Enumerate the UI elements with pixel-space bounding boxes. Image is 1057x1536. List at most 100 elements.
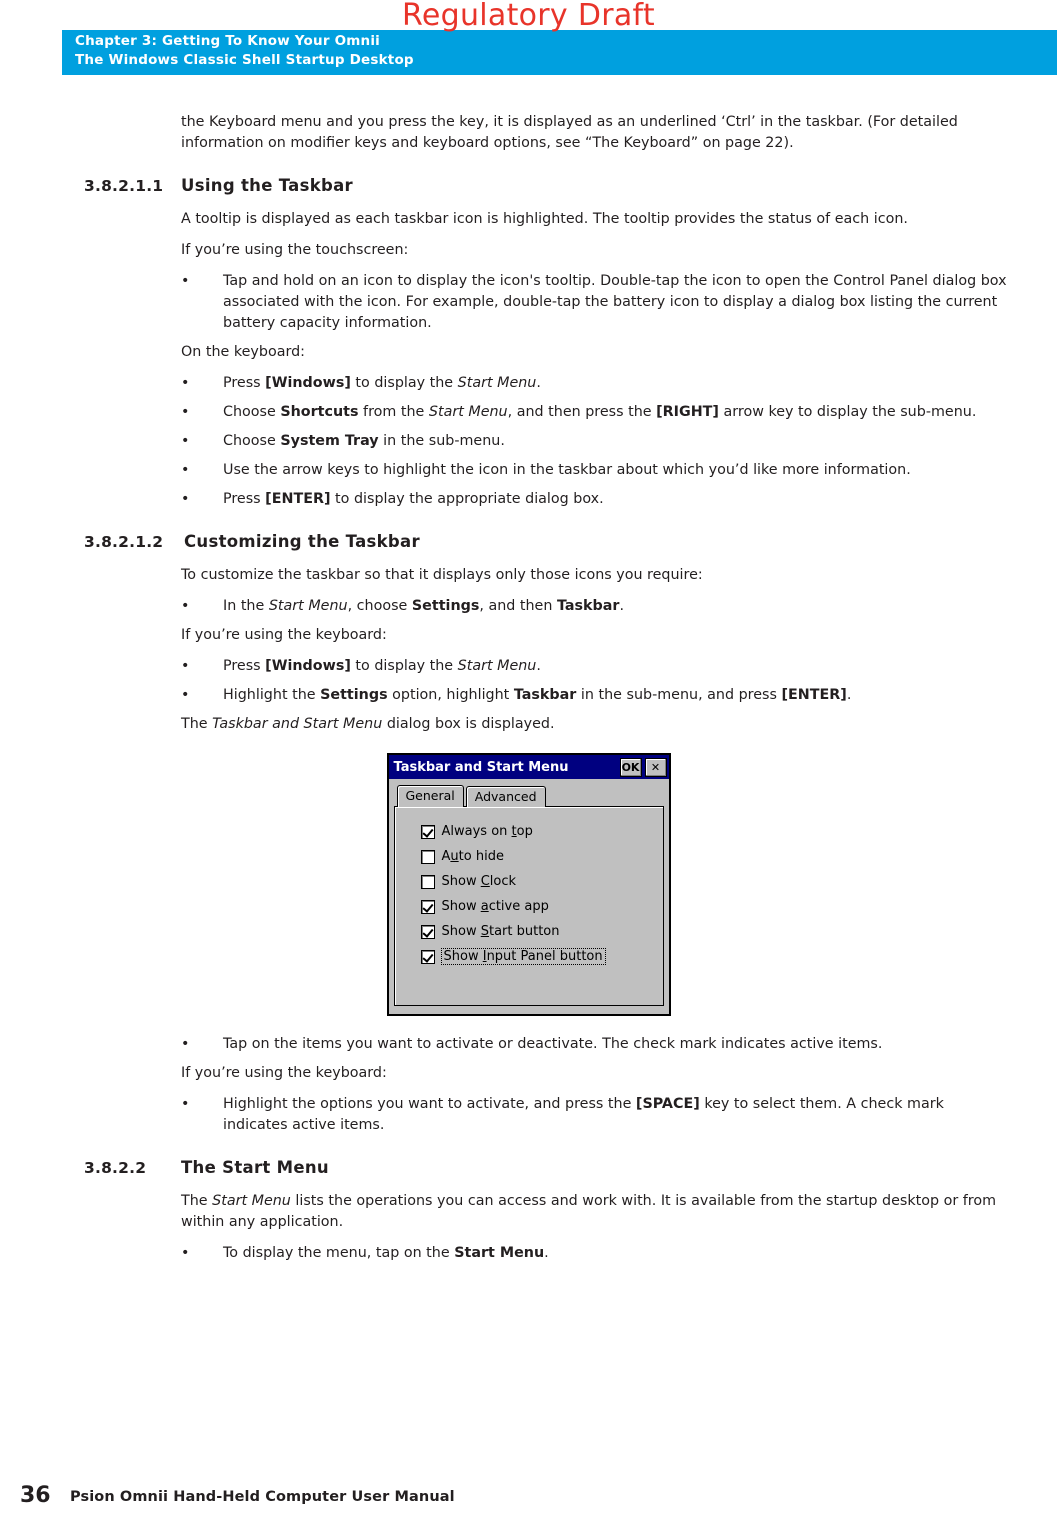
bullet-glyph: •: [181, 1036, 190, 1052]
text-run: to display the appropriate dialog box.: [330, 491, 604, 507]
list-item-text: Highlight the Settings option, highlight…: [223, 685, 1012, 706]
text-run: in the sub-menu.: [378, 433, 505, 449]
menu-label: Settings: [320, 687, 388, 703]
key-label: [ENTER]: [781, 687, 847, 703]
tab-general[interactable]: General: [396, 785, 464, 807]
text-run: lock: [489, 874, 517, 889]
heading-number: 3.8.2.1.1: [84, 177, 164, 195]
accel-key: a: [480, 899, 489, 914]
text-run: .: [619, 598, 625, 614]
text-run: Show: [441, 874, 481, 889]
checkbox-icon[interactable]: [420, 899, 435, 914]
list-item-text: Tap and hold on an icon to display the i…: [223, 273, 1007, 331]
text-run: Press: [223, 658, 266, 674]
section-title: The Windows Classic Shell Startup Deskto…: [75, 52, 414, 68]
text-run: In the: [223, 598, 269, 614]
text-run: Highlight the options you want to activa…: [223, 1096, 636, 1112]
text-run: Press: [223, 375, 266, 391]
text-run: Press: [223, 491, 266, 507]
checkbox-label: Show Start button: [442, 924, 560, 939]
checkbox-label: Show Input Panel button: [440, 948, 606, 965]
list-item: • Highlight the Settings option, highlig…: [181, 685, 1012, 706]
emphasis: Start Menu: [457, 658, 537, 674]
list-item: • Press [Windows] to display the Start M…: [181, 656, 1012, 677]
emphasis: Taskbar and Start Menu: [212, 716, 383, 732]
taskbar-dialog-figure: Taskbar and Start Menu OK ✕ General Adva…: [0, 753, 1057, 1016]
key-label: [ENTER]: [265, 491, 331, 507]
list-item: • Press [ENTER] to display the appropria…: [181, 489, 1012, 510]
checkbox-label: Always on top: [442, 824, 533, 839]
bullet-glyph: •: [181, 658, 190, 674]
heading-text: The Start Menu: [181, 1158, 329, 1177]
list-item: • Tap on the items you want to activate …: [181, 1034, 1012, 1055]
text-run: lists the operations you can access and …: [181, 1193, 997, 1230]
text-run: Highlight the: [223, 687, 321, 703]
text-run: from the: [358, 404, 429, 420]
keyboard-lead-2: If you’re using the keyboard:: [181, 627, 387, 643]
menu-label: Taskbar: [513, 687, 577, 703]
list-item-text: Choose System Tray in the sub-menu.: [223, 431, 1012, 452]
text-run: Choose: [223, 433, 281, 449]
dialog-intro: The Taskbar and Start Menu dialog box is…: [181, 714, 1012, 735]
checkbox-icon[interactable]: [420, 849, 435, 864]
list-item-text: Press [ENTER] to display the appropriate…: [223, 489, 1012, 510]
text-run: The: [181, 1193, 213, 1209]
start-menu-paragraph: The Start Menu lists the operations you …: [181, 1191, 1012, 1233]
checkbox-row-show-input-panel-button[interactable]: Show Input Panel button: [420, 944, 663, 969]
text-run: Always on: [441, 824, 512, 839]
list-item-text: In the Start Menu, choose Settings, and …: [223, 596, 1012, 617]
text-run: , and then press the: [507, 404, 657, 420]
emphasis: Start Menu: [428, 404, 508, 420]
text-run: .: [536, 658, 541, 674]
accel-key: u: [450, 849, 459, 864]
checkbox-icon[interactable]: [420, 874, 435, 889]
list-item: • Use the arrow keys to highlight the ic…: [181, 460, 1012, 481]
close-icon[interactable]: ✕: [644, 757, 667, 777]
text-run: .: [536, 375, 541, 391]
text-run: Choose: [223, 404, 281, 420]
tab-advanced[interactable]: Advanced: [465, 786, 546, 807]
general-tab-panel: Always on top Auto hide Show Clock Show …: [393, 806, 664, 1006]
intro-paragraph: the Keyboard menu and you press the key,…: [181, 114, 958, 151]
text-run: dialog box is displayed.: [382, 716, 555, 732]
page-number: 36: [20, 1483, 51, 1508]
checkbox-row-auto-hide[interactable]: Auto hide: [420, 844, 663, 869]
menu-label: Start Menu: [454, 1245, 545, 1261]
watermark: Regulatory Draft: [402, 0, 655, 33]
checkbox-icon[interactable]: [420, 949, 435, 964]
dialog-title-bar: Taskbar and Start Menu OK ✕: [388, 755, 669, 779]
list-item-text: Choose Shortcuts from the Start Menu, an…: [223, 402, 1012, 423]
text-run: to display the: [350, 658, 458, 674]
emphasis: Start Menu: [268, 598, 348, 614]
text-run: to hide: [458, 849, 504, 864]
key-label: [RIGHT]: [656, 404, 719, 420]
ok-button[interactable]: OK: [619, 757, 642, 777]
text-run: .: [846, 687, 852, 703]
bullet-glyph: •: [181, 687, 190, 703]
checkbox-icon[interactable]: [420, 924, 435, 939]
checkbox-row-show-active-app[interactable]: Show active app: [420, 894, 663, 919]
text-run: .: [544, 1245, 549, 1261]
bullet-glyph: •: [181, 433, 190, 449]
text-run: to display the: [350, 375, 458, 391]
text-run: The: [181, 716, 213, 732]
dialog-tabs: General Advanced: [396, 784, 664, 807]
menu-label: System Tray: [280, 433, 379, 449]
checkbox-row-show-start-button[interactable]: Show Start button: [420, 919, 663, 944]
heading-text: Using the Taskbar: [181, 176, 353, 195]
list-item: • Press [Windows] to display the Start M…: [181, 373, 1012, 394]
list-item: • Highlight the options you want to acti…: [181, 1094, 1012, 1136]
list-item: • Choose Shortcuts from the Start Menu, …: [181, 402, 1012, 423]
list-item: • Choose System Tray in the sub-menu.: [181, 431, 1012, 452]
customize-lead: To customize the taskbar so that it disp…: [181, 567, 703, 583]
checkbox-icon[interactable]: [420, 824, 435, 839]
dialog-body: General Advanced Always on top Auto hide: [388, 779, 669, 1014]
checkbox-row-always-on-top[interactable]: Always on top: [420, 819, 663, 844]
checkbox-row-show-clock[interactable]: Show Clock: [420, 869, 663, 894]
key-label: [SPACE]: [635, 1096, 700, 1112]
accel-key: S: [480, 924, 489, 939]
text-run: Show: [441, 924, 481, 939]
emphasis: Start Menu: [457, 375, 537, 391]
list-item-text: To display the menu, tap on the Start Me…: [223, 1243, 1012, 1264]
text-run: , and then: [479, 598, 557, 614]
